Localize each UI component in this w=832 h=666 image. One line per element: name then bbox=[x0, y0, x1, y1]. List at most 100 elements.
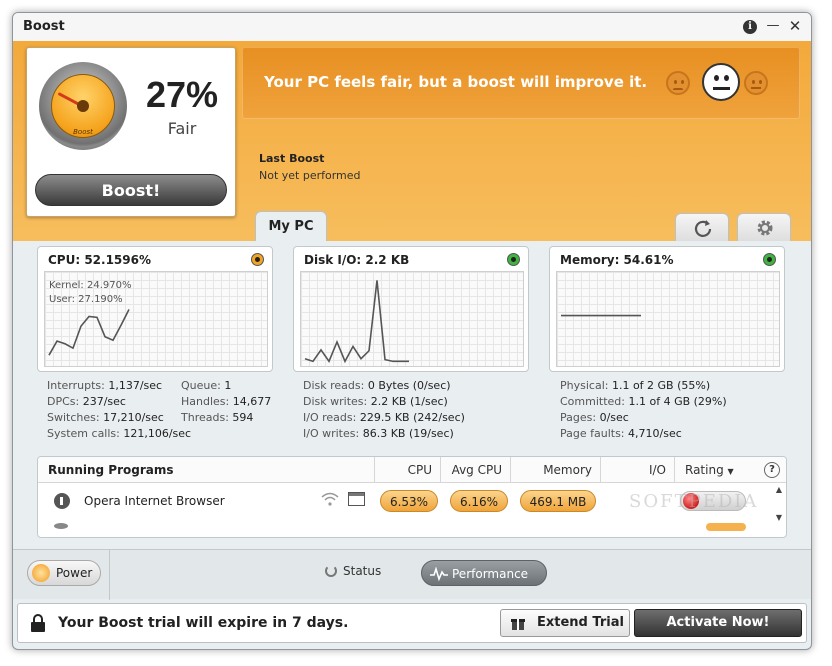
syscalls-label: System calls: bbox=[47, 427, 120, 440]
scroll-up-icon[interactable]: ▲ bbox=[773, 485, 785, 497]
programs-title: Running Programs bbox=[48, 463, 174, 477]
last-boost-title: Last Boost bbox=[259, 152, 325, 165]
power-label: Power bbox=[56, 566, 93, 580]
score-status: Fair bbox=[167, 119, 197, 138]
queue-value: 1 bbox=[224, 379, 232, 392]
tab-settings[interactable] bbox=[737, 213, 791, 241]
activate-now-button[interactable]: Activate Now! bbox=[634, 609, 802, 637]
boost-window: Boost i — ✕ Boost 27% Fair Boost! Your P… bbox=[12, 12, 812, 650]
tab-my-pc[interactable]: My PC bbox=[255, 211, 327, 241]
status-label: Status bbox=[343, 564, 382, 578]
committed-label: Committed: bbox=[560, 395, 625, 408]
window-icon bbox=[348, 492, 365, 506]
extend-trial-button[interactable]: Extend Trial bbox=[500, 609, 630, 637]
gear-icon bbox=[757, 220, 773, 236]
cpu-status-icon[interactable] bbox=[251, 253, 264, 266]
sort-down-icon: ▼ bbox=[727, 467, 734, 476]
info-icon[interactable]: i bbox=[743, 20, 757, 34]
refresh-icon bbox=[694, 220, 712, 237]
handles-value: 14,677 bbox=[232, 395, 272, 408]
opera-icon bbox=[54, 493, 70, 509]
title-bar: Boost i — ✕ bbox=[13, 13, 811, 41]
io-reads-label: I/O reads: bbox=[303, 411, 357, 424]
col-cpu[interactable]: CPU bbox=[374, 457, 440, 483]
switches-value: 17,210/sec bbox=[103, 411, 164, 424]
disk-writes-label: Disk writes: bbox=[303, 395, 368, 408]
cpu-panel: CPU: 52.1596% Kernel: 24.970% User: 27.1… bbox=[37, 246, 273, 372]
tab-refresh[interactable] bbox=[675, 213, 729, 241]
pulse-icon bbox=[430, 567, 448, 581]
col-rating[interactable]: Rating ▼ bbox=[674, 457, 754, 483]
disk-reads-value: 0 Bytes (0/sec) bbox=[367, 379, 451, 392]
program-cpu: 6.53% bbox=[380, 490, 438, 512]
program-name: Opera Internet Browser bbox=[84, 494, 225, 508]
last-boost-value: Not yet performed bbox=[259, 169, 361, 182]
gauge-hub bbox=[77, 100, 89, 112]
memory-title: Memory: 54.61% bbox=[560, 253, 674, 267]
cpu-history-line bbox=[48, 309, 130, 356]
interrupts-label: Interrupts: bbox=[47, 379, 105, 392]
col-rating-label: Rating bbox=[685, 463, 724, 477]
footer-divider bbox=[109, 550, 110, 600]
dpcs-value: 237/sec bbox=[82, 395, 126, 408]
status-banner: Your PC feels fair, but a boost will imp… bbox=[242, 47, 800, 119]
window-title: Boost bbox=[23, 19, 65, 34]
interrupts-value: 1,137/sec bbox=[108, 379, 163, 392]
help-icon[interactable]: ? bbox=[764, 462, 780, 478]
program-avg-cpu: 6.16% bbox=[450, 490, 508, 512]
col-avg-cpu[interactable]: Avg CPU bbox=[440, 457, 510, 483]
power-button[interactable]: Power bbox=[27, 560, 101, 586]
next-row-rating bbox=[706, 523, 746, 531]
minimize-button[interactable]: — bbox=[765, 18, 781, 34]
handles-label: Handles: bbox=[181, 395, 230, 408]
disk-history-line bbox=[304, 280, 409, 364]
gauge-label: Boost bbox=[73, 128, 93, 136]
disk-graph bbox=[300, 271, 524, 367]
threads-value: 594 bbox=[232, 411, 254, 424]
sad-face-icon[interactable] bbox=[666, 71, 690, 95]
scroll-down-icon[interactable]: ▼ bbox=[773, 513, 785, 525]
happy-face-icon[interactable] bbox=[744, 71, 768, 95]
io-reads-value: 229.5 KB (242/sec) bbox=[359, 411, 465, 424]
memory-graph-line bbox=[561, 314, 641, 317]
pages-label: Pages: bbox=[560, 411, 597, 424]
col-io[interactable]: I/O bbox=[600, 457, 674, 483]
queue-label: Queue: bbox=[181, 379, 221, 392]
trial-bar: Your Boost trial will expire in 7 days. … bbox=[17, 603, 807, 643]
score-card: Boost 27% Fair Boost! bbox=[26, 47, 236, 217]
col-memory[interactable]: Memory bbox=[510, 457, 600, 483]
disk-reads-label: Disk reads: bbox=[303, 379, 365, 392]
page-faults-value: 4,710/sec bbox=[628, 427, 682, 440]
neutral-face-icon[interactable] bbox=[702, 63, 740, 101]
disk-panel: Disk I/O: 2.2 KB bbox=[293, 246, 529, 372]
cpu-title: CPU: 52.1596% bbox=[48, 253, 152, 267]
performance-label: Performance bbox=[452, 567, 529, 581]
status-button[interactable]: Status bbox=[325, 564, 381, 578]
memory-panel: Memory: 54.61% bbox=[549, 246, 785, 372]
status-spinner-icon bbox=[325, 565, 337, 577]
cpu-graph-line bbox=[48, 309, 130, 356]
trial-message: Your Boost trial will expire in 7 days. bbox=[58, 615, 349, 631]
cpu-graph: Kernel: 24.970% User: 27.190% bbox=[44, 271, 268, 367]
memory-graph bbox=[556, 271, 780, 367]
banner-message: Your PC feels fair, but a boost will imp… bbox=[264, 73, 648, 91]
extend-trial-label: Extend Trial bbox=[537, 615, 624, 630]
boost-button[interactable]: Boost! bbox=[35, 174, 227, 206]
disk-graph-line bbox=[304, 280, 409, 364]
io-writes-value: 86.3 KB (19/sec) bbox=[362, 427, 454, 440]
disk-status-icon[interactable] bbox=[507, 253, 520, 266]
switches-label: Switches: bbox=[47, 411, 100, 424]
physical-label: Physical: bbox=[560, 379, 609, 392]
committed-value: 1.1 of 4 GB (29%) bbox=[628, 395, 727, 408]
disk-title: Disk I/O: 2.2 KB bbox=[304, 253, 410, 267]
syscalls-value: 121,106/sec bbox=[123, 427, 192, 440]
close-button[interactable]: ✕ bbox=[787, 18, 803, 34]
performance-button[interactable]: Performance bbox=[421, 560, 547, 586]
dpcs-label: DPCs: bbox=[47, 395, 80, 408]
disk-writes-value: 2.2 KB (1/sec) bbox=[370, 395, 448, 408]
speedometer-gauge-icon: Boost bbox=[39, 62, 127, 150]
memory-status-icon[interactable] bbox=[763, 253, 776, 266]
table-header: Running Programs CPU Avg CPU Memory I/O … bbox=[38, 457, 786, 483]
pages-value: 0/sec bbox=[599, 411, 629, 424]
gift-icon bbox=[511, 619, 525, 630]
